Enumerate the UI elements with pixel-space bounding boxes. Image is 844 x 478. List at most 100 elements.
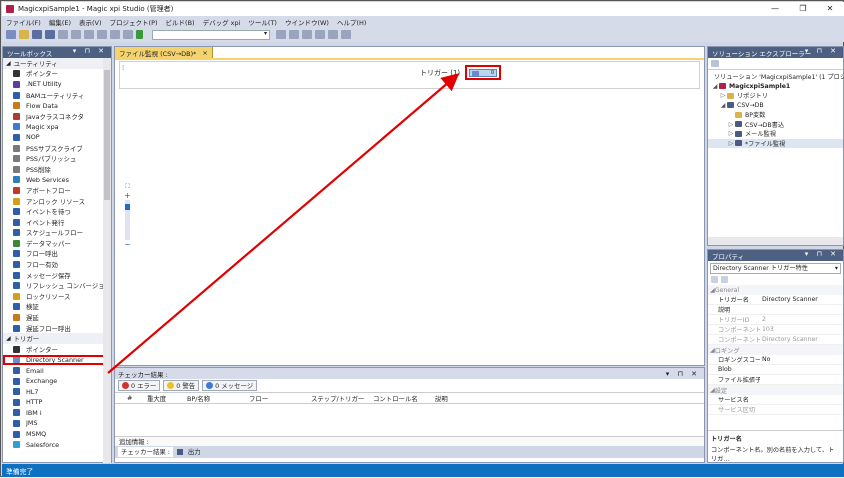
solution-hscrollbar[interactable] <box>708 237 843 245</box>
expand-icon[interactable]: ▷ <box>727 130 735 137</box>
checker-filter-button[interactable]: 0 メッセージ <box>202 380 258 391</box>
home-icon[interactable] <box>711 60 719 67</box>
menu-item[interactable]: デバッグ xpi <box>203 17 241 27</box>
panel-controls-icon[interactable]: ▾ ⊓ ✕ <box>805 250 839 258</box>
alphabetical-icon[interactable] <box>721 276 728 283</box>
toolbox-category[interactable]: ◢ ユーティリティ <box>3 58 105 69</box>
directory-scanner-trigger[interactable]: 0 <box>465 65 501 80</box>
build-icon[interactable] <box>123 30 133 39</box>
toolbox-category[interactable]: ◢ トリガー <box>3 333 105 345</box>
column-header[interactable]: 重大度 <box>143 394 183 403</box>
property-value[interactable]: 103 <box>760 326 843 333</box>
property-row[interactable]: サービス区切 <box>708 405 843 415</box>
toolbox-item[interactable]: PSS削除 <box>3 164 105 175</box>
property-row[interactable]: コンポーネントタイプDirectory Scanner <box>708 335 843 345</box>
column-header[interactable]: コントロール名 <box>369 394 431 403</box>
redo-icon[interactable] <box>110 30 120 39</box>
panel-controls-icon[interactable]: ▾ ⊓ ✕ <box>73 47 107 55</box>
toolbox-item[interactable]: リフレッシュ コンバージョン <box>3 280 105 291</box>
expand-icon[interactable]: ▷ <box>727 121 735 128</box>
panel-controls-icon[interactable]: ▾ ⊓ ✕ <box>805 47 839 55</box>
column-header[interactable]: ステップ/トリガー <box>307 394 369 403</box>
maximize-button[interactable]: ❐ <box>790 2 816 16</box>
zoom-slider-thumb[interactable] <box>125 204 130 210</box>
column-header[interactable]: 説明 <box>431 394 491 403</box>
toolbox-item[interactable]: ポインター <box>3 69 105 80</box>
toolbox-item[interactable]: イベント発行 <box>3 217 105 228</box>
trigger-area[interactable]: ⁞ トリガー (1) 0 <box>119 61 700 89</box>
expand-icon[interactable]: ▷ <box>719 92 727 99</box>
menu-item[interactable]: プロジェクト(P) <box>110 17 158 27</box>
chevron-down-icon[interactable]: ◢ <box>6 60 11 67</box>
document-tab[interactable]: ファイル監視 (CSV→DB)* × <box>115 47 213 58</box>
property-row[interactable]: 説明 <box>708 305 843 315</box>
toolbox-item[interactable]: フロー有効 <box>3 259 105 270</box>
menu-item[interactable]: 表示(V) <box>79 17 102 27</box>
open-icon[interactable] <box>19 30 29 39</box>
save-icon[interactable] <box>32 30 42 39</box>
toolbox-item[interactable]: 検証 <box>3 302 105 313</box>
tree-node[interactable]: ▷ *ファイル監視 <box>708 138 843 148</box>
toolbox-item[interactable]: イベントを待つ <box>3 206 105 217</box>
property-value[interactable]: No <box>760 356 843 363</box>
toolbox-item[interactable]: アンロック リソース <box>3 196 105 207</box>
toolbox-item[interactable]: 遅延 <box>3 312 105 323</box>
toolbox-item[interactable]: Email <box>3 365 105 376</box>
run-icon[interactable] <box>136 30 143 39</box>
layout-icon[interactable] <box>315 30 325 39</box>
checker-filter-button[interactable]: 0 エラー <box>118 380 161 391</box>
toolbox-item[interactable]: Salesforce <box>3 439 105 450</box>
checker-filter-button[interactable]: 0 警告 <box>163 380 200 391</box>
tree-node[interactable]: ◢ CSV→DB <box>708 101 843 111</box>
column-header[interactable]: BP/名称 <box>183 394 245 403</box>
zoom-slider[interactable] <box>125 200 130 240</box>
configuration-dropdown[interactable]: ▾ <box>152 29 270 40</box>
undo-view-icon[interactable] <box>341 30 351 39</box>
expand-icon[interactable]: ▷ <box>727 140 735 147</box>
save-all-icon[interactable] <box>45 30 55 39</box>
column-header[interactable]: # <box>123 394 143 402</box>
toolbox-item[interactable]: MSMQ <box>3 429 105 440</box>
toolbox-item[interactable]: IBM i <box>3 408 105 419</box>
pin-icon[interactable]: ⁞ <box>122 64 124 72</box>
object-selector[interactable]: Directory Scanner トリガー特性 ▾ <box>710 263 841 274</box>
toolbox-item[interactable]: データマッパー <box>3 238 105 249</box>
menu-item[interactable]: ツール(T) <box>248 17 277 27</box>
find-icon[interactable] <box>276 30 286 39</box>
toolbox-item[interactable]: ポインター <box>3 344 105 355</box>
property-category[interactable]: ◢ ロギング <box>708 345 843 355</box>
property-row[interactable]: トリガーID 2 <box>708 315 843 325</box>
property-value[interactable]: Directory Scanner <box>760 336 843 343</box>
fit-to-screen-icon[interactable]: ⛶ <box>123 182 132 191</box>
property-row[interactable]: トリガー名 Directory Scanner <box>708 295 843 305</box>
new-project-icon[interactable] <box>6 30 16 39</box>
close-tab-icon[interactable]: × <box>202 49 207 57</box>
property-row[interactable]: ロギングスコープNo <box>708 355 843 365</box>
paste-icon[interactable] <box>84 30 94 39</box>
copy-icon[interactable] <box>71 30 81 39</box>
menu-item[interactable]: ビルド(B) <box>166 17 195 27</box>
expand-icon[interactable]: ◢ <box>711 83 719 90</box>
zoom-out-button[interactable]: − <box>123 240 132 249</box>
tree-node[interactable]: ▷ リポジトリ <box>708 91 843 101</box>
toolbox-item[interactable]: ロックリソース <box>3 291 105 302</box>
toolbox-item[interactable]: BAMユーティリティ <box>3 90 105 101</box>
toolbox-icon[interactable] <box>302 30 312 39</box>
categorized-icon[interactable] <box>711 276 718 283</box>
property-category[interactable]: ◢ General <box>708 285 843 295</box>
toolbox-item[interactable]: Magic xpa <box>3 122 105 133</box>
toolbox-item[interactable]: NOP <box>3 132 105 143</box>
toolbox-item[interactable]: JMS <box>3 418 105 429</box>
properties-icon[interactable] <box>289 30 299 39</box>
tree-node[interactable]: ▷ メール監視 <box>708 129 843 139</box>
scrollbar-thumb[interactable] <box>104 70 110 200</box>
toolbox-item[interactable]: .NET Utility <box>3 79 105 90</box>
undo-icon[interactable] <box>97 30 107 39</box>
toolbox-item[interactable]: アボートフロー <box>3 185 105 196</box>
expand-icon[interactable]: ◢ <box>719 102 727 109</box>
toolbox-item[interactable]: Exchange <box>3 376 105 387</box>
cut-icon[interactable] <box>58 30 68 39</box>
menu-item[interactable]: ウインドウ(W) <box>285 17 329 27</box>
property-row[interactable]: サービス名 <box>708 395 843 405</box>
toolbox-item[interactable]: HL7 <box>3 386 105 397</box>
